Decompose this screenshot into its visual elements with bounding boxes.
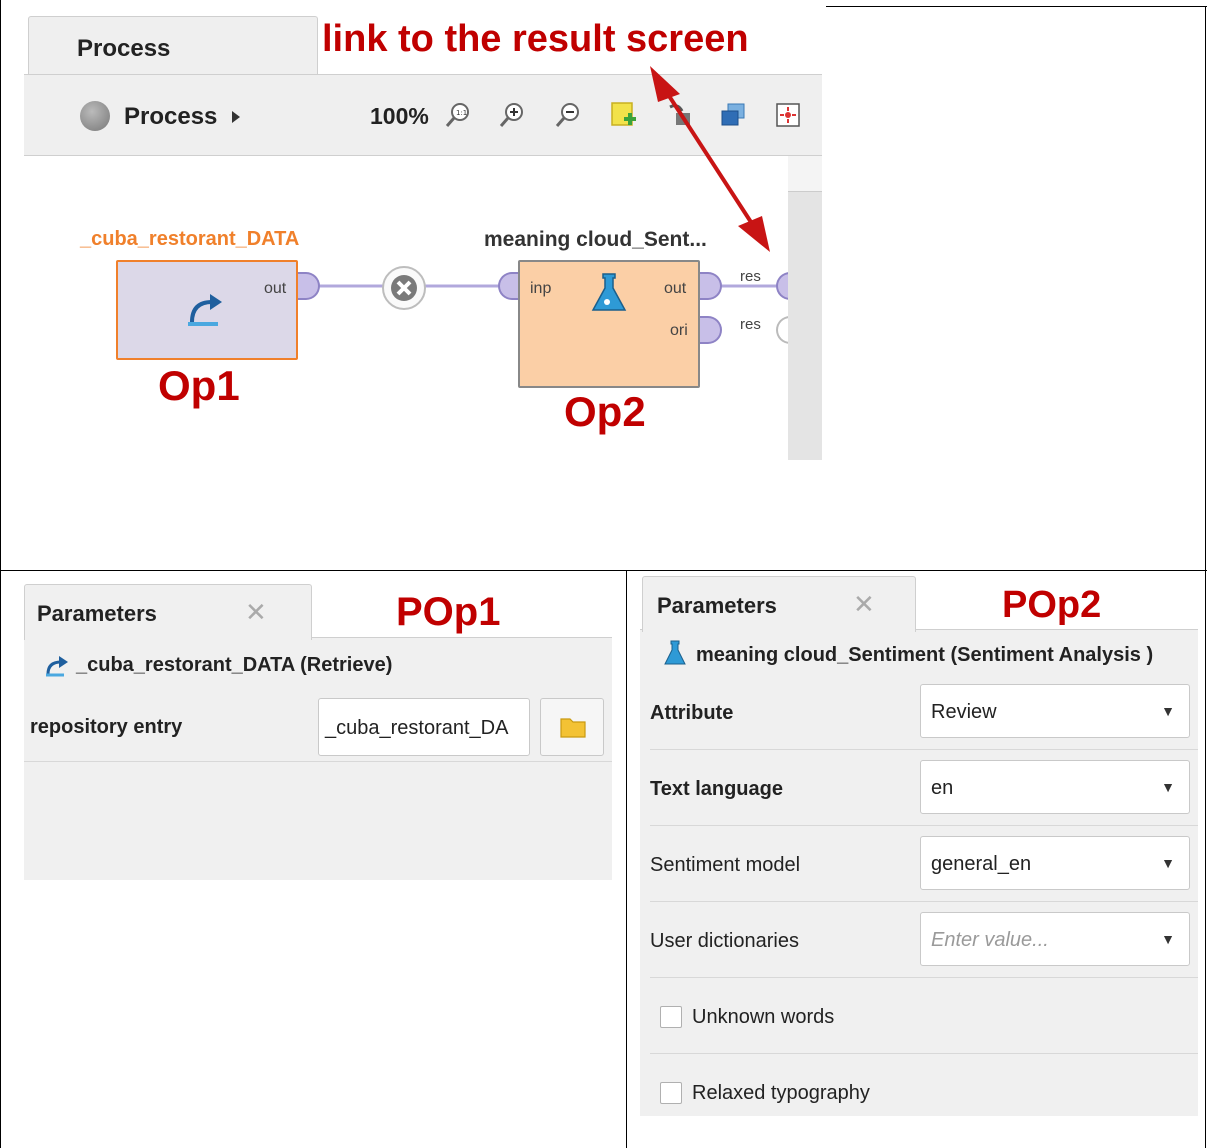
- tab-process-label: Process: [77, 35, 171, 62]
- table-col-divider: [626, 570, 627, 1148]
- relaxed-typography-checkbox[interactable]: [660, 1082, 682, 1104]
- params-op1-tab-label: Parameters: [37, 601, 157, 626]
- breadcrumb-arrow-icon[interactable]: [232, 111, 240, 123]
- relaxed-typography-label: Relaxed typography: [692, 1082, 870, 1104]
- op1-port-out-label: out: [264, 280, 287, 297]
- op2-operator[interactable]: inp out ori: [518, 260, 700, 388]
- process-canvas[interactable]: _cuba_restorant_DATA out Op1 meaning clo…: [24, 66, 798, 460]
- result-port-1-label: res: [740, 268, 761, 285]
- text-language-select[interactable]: en ▼: [920, 760, 1190, 814]
- process-panel: Process link to the result screen Proces…: [24, 12, 822, 460]
- attribute-value: Review: [931, 701, 997, 723]
- params-op2-annotation: POp2: [1002, 584, 1102, 626]
- params-op1-panel: Parameters ✕ POp1 _cuba_restorant_DATA (…: [24, 580, 612, 880]
- close-icon[interactable]: ✕: [853, 589, 875, 620]
- tab-process[interactable]: Process: [28, 16, 318, 78]
- params-op2-panel: Parameters ✕ POp2 meaning cloud_Sentimen…: [640, 574, 1198, 1116]
- user-dictionaries-placeholder: Enter value...: [931, 929, 1049, 951]
- browse-repository-button[interactable]: [540, 698, 604, 756]
- process-tabbar: Process link to the result screen: [24, 12, 822, 78]
- params-op2-title: meaning cloud_Sentiment (Sentiment Analy…: [696, 644, 1154, 666]
- user-dictionaries-row: User dictionaries Enter value... ▼: [650, 902, 1198, 978]
- params-op2-tab-label: Parameters: [657, 593, 777, 618]
- op1-title: _cuba_restorant_DATA: [80, 228, 300, 250]
- sentiment-model-value: general_en: [931, 853, 1032, 875]
- repository-entry-label: repository entry: [30, 716, 183, 738]
- zoom-reset-icon[interactable]: 1:1: [444, 101, 472, 129]
- table-border-right: [1205, 6, 1206, 1148]
- params-op1-tab[interactable]: Parameters ✕: [24, 584, 312, 640]
- table-border-left: [0, 0, 1, 1148]
- params-op2-tab[interactable]: Parameters ✕: [642, 576, 916, 632]
- op2-port-ori-label: ori: [670, 322, 688, 339]
- op1-annotation: Op1: [158, 362, 240, 409]
- flask-icon: [591, 273, 627, 311]
- attribute-row: Attribute Review ▼: [650, 674, 1198, 750]
- chevron-down-icon: ▼: [1161, 931, 1175, 947]
- unknown-words-checkbox[interactable]: [660, 1006, 682, 1028]
- retrieve-icon: [188, 294, 222, 326]
- unknown-words-label: Unknown words: [692, 1006, 835, 1028]
- params-op1-annotation: POp1: [396, 590, 501, 634]
- chevron-down-icon: ▼: [1161, 779, 1175, 795]
- result-port-2-label: res: [740, 316, 761, 333]
- annotation-result-link: link to the result screen: [322, 18, 749, 60]
- attribute-label: Attribute: [650, 702, 734, 724]
- zoom-in-icon[interactable]: [498, 101, 526, 129]
- retrieve-icon: [46, 656, 68, 677]
- sentiment-model-row: Sentiment model general_en ▼: [650, 826, 1198, 902]
- op2-annotation: Op2: [564, 388, 646, 435]
- text-language-value: en: [931, 777, 954, 799]
- folder-icon: [560, 718, 586, 738]
- user-dictionaries-label: User dictionaries: [650, 930, 799, 952]
- sentiment-model-label: Sentiment model: [650, 854, 801, 876]
- close-icon[interactable]: ✕: [245, 597, 267, 628]
- chevron-down-icon: ▼: [1161, 703, 1175, 719]
- op2-port-inp[interactable]: [498, 272, 520, 300]
- svg-text:1:1: 1:1: [456, 109, 467, 117]
- canvas-scrollbar[interactable]: [788, 156, 822, 460]
- unknown-words-row: Unknown words: [650, 978, 1198, 1054]
- flask-icon: [664, 640, 686, 665]
- table-row-divider: [0, 570, 1207, 571]
- breadcrumb-process[interactable]: Process: [124, 103, 217, 131]
- user-dictionaries-select[interactable]: Enter value... ▼: [920, 912, 1190, 966]
- zoom-level: 100%: [370, 103, 429, 129]
- text-language-row: Text language en ▼: [650, 750, 1198, 826]
- op1-operator[interactable]: out: [116, 260, 298, 360]
- text-language-label: Text language: [650, 778, 783, 800]
- zoom-out-icon[interactable]: [554, 101, 582, 129]
- scrollbar-track-top: [788, 156, 822, 192]
- chevron-down-icon: ▼: [1161, 855, 1175, 871]
- attribute-select[interactable]: Review ▼: [920, 684, 1190, 738]
- op2-port-out-label: out: [664, 280, 687, 297]
- op2-port-inp-label: inp: [530, 280, 552, 297]
- repository-entry-value: _cuba_restorant_DA: [325, 717, 509, 739]
- x-mark-icon: [391, 275, 417, 301]
- params-op1-title: _cuba_restorant_DATA (Retrieve): [76, 654, 393, 676]
- sentiment-model-select[interactable]: general_en ▼: [920, 836, 1190, 890]
- table-border-top: [826, 6, 1207, 7]
- process-circle-icon[interactable]: [80, 101, 110, 131]
- repository-entry-input[interactable]: _cuba_restorant_DA: [318, 698, 530, 756]
- repository-entry-row: repository entry _cuba_restorant_DA: [24, 692, 612, 762]
- relaxed-typography-row: Relaxed typography: [650, 1054, 1198, 1116]
- annotation-arrow: [650, 66, 770, 252]
